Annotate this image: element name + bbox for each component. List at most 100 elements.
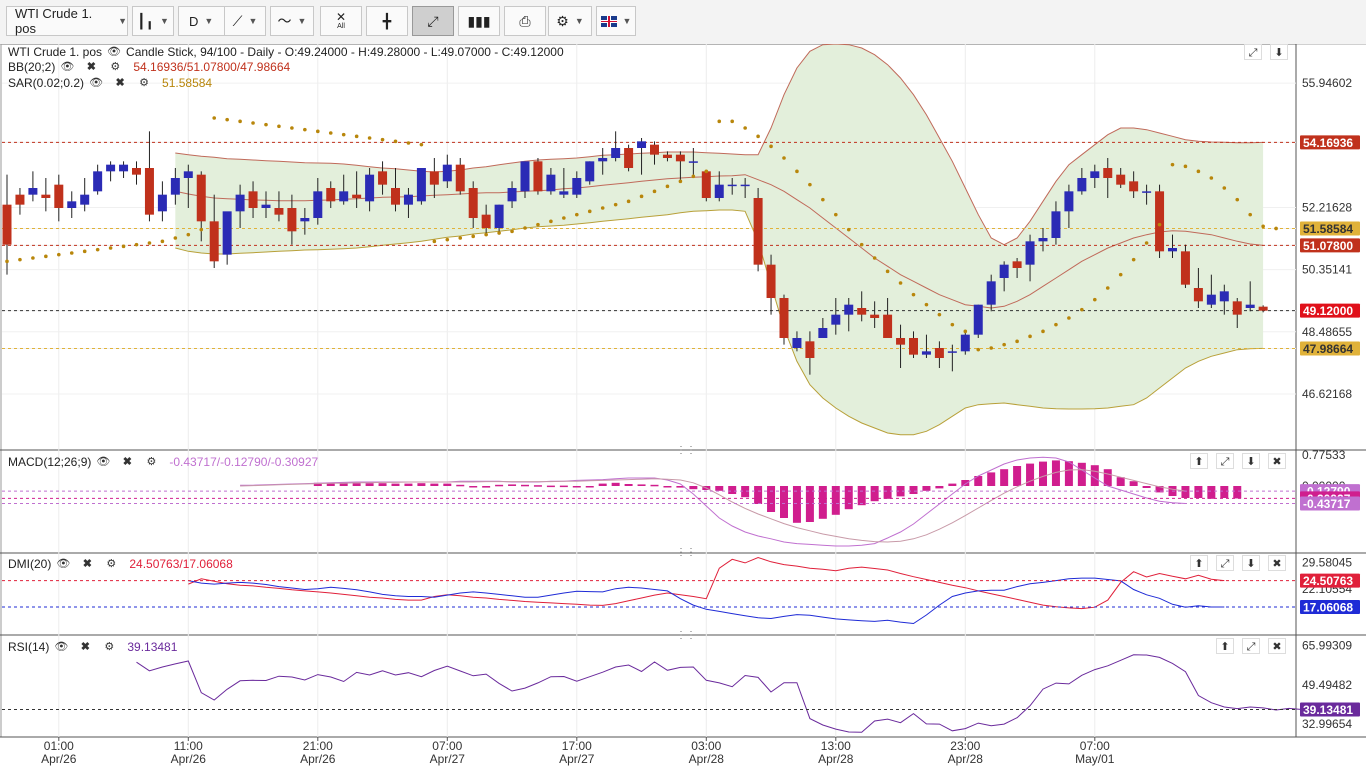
move-down-icon[interactable]: ⬇ bbox=[1242, 555, 1260, 571]
candle-body bbox=[313, 191, 323, 218]
dmi-legend-values: 24.50763/17.06068 bbox=[129, 557, 233, 571]
eye-icon[interactable]: 👁 bbox=[88, 76, 104, 90]
candle-body bbox=[701, 171, 711, 198]
gear-icon[interactable]: ⚙ bbox=[103, 557, 119, 571]
crosshair-button[interactable]: ╋ bbox=[366, 6, 408, 36]
close-icon[interactable]: ✖ bbox=[77, 640, 93, 654]
sar-dot bbox=[562, 216, 566, 220]
candle-body bbox=[857, 308, 867, 315]
resize-handle[interactable]: ⋮⋮ bbox=[676, 547, 696, 558]
sar-dot bbox=[536, 222, 540, 227]
time-label: 03:00 bbox=[691, 739, 721, 753]
indicators-select[interactable]: 〜 ▼ bbox=[270, 6, 314, 36]
chevron-down-icon: ▼ bbox=[204, 16, 214, 26]
eye-icon[interactable]: 👁 bbox=[95, 455, 111, 469]
candle-body bbox=[624, 148, 634, 168]
close-icon[interactable]: ✖ bbox=[1268, 638, 1286, 654]
candle-body bbox=[999, 264, 1009, 278]
sar-dot bbox=[1054, 322, 1058, 327]
candle-body bbox=[947, 351, 957, 353]
candle-body bbox=[533, 161, 543, 192]
move-up-icon[interactable]: ⬆ bbox=[1216, 638, 1234, 654]
move-down-icon[interactable]: ⬇ bbox=[1242, 453, 1260, 469]
candle-body bbox=[287, 208, 297, 232]
close-icon[interactable]: ✖ bbox=[1268, 453, 1286, 469]
macd-histogram-bar bbox=[482, 486, 491, 488]
sar-dot bbox=[160, 239, 165, 244]
sar-dot bbox=[497, 231, 501, 235]
close-icon[interactable]: ✖ bbox=[79, 557, 95, 571]
chart-svg[interactable]: 55.94602 54.16936 52.21628 51.58584 51.07800… bbox=[0, 43, 1366, 768]
gear-icon[interactable]: ⚙ bbox=[107, 60, 123, 74]
candle-body bbox=[300, 218, 310, 222]
close-icon[interactable]: ✖ bbox=[1268, 555, 1286, 571]
candle-body bbox=[2, 204, 12, 245]
print-button[interactable]: ⎙ bbox=[504, 6, 546, 36]
remove-all-button[interactable]: ✕ All bbox=[320, 6, 362, 36]
settings-select[interactable]: ⚙ ▼ bbox=[548, 6, 592, 36]
main-panel-controls: ⤢ ⬇ bbox=[1236, 44, 1288, 60]
time-label: 07:00 bbox=[1080, 739, 1110, 753]
rsi-legend: RSI(14) 👁 ✖ ⚙ 39.13481 bbox=[8, 640, 177, 654]
close-icon[interactable]: ✖ bbox=[112, 76, 128, 90]
close-icon[interactable]: ✖ bbox=[119, 455, 135, 469]
rsi-tick-label: 32.99654 bbox=[1302, 717, 1352, 731]
candle-body bbox=[831, 314, 841, 325]
gear-icon[interactable]: ⚙ bbox=[136, 76, 152, 90]
macd-histogram-bar bbox=[1207, 486, 1216, 499]
rsi-tick-label: 49.49482 bbox=[1302, 678, 1352, 692]
sar-dot bbox=[859, 242, 864, 247]
sar-dot bbox=[963, 329, 968, 334]
eye-icon[interactable]: 👁 bbox=[55, 557, 71, 571]
candle-body bbox=[883, 314, 893, 338]
price-tick-label: 52.21628 bbox=[1302, 200, 1352, 214]
chevron-down-icon: ▼ bbox=[622, 16, 632, 26]
sar-dot bbox=[756, 134, 760, 139]
remove-all-icon: ✕ bbox=[335, 9, 347, 24]
dmi-tag: 24.50763 bbox=[1303, 574, 1353, 588]
maximize-icon[interactable]: ⤢ bbox=[1244, 44, 1262, 60]
macd-histogram-bar bbox=[1220, 486, 1229, 498]
sar-dot bbox=[1015, 339, 1019, 344]
eye-icon[interactable]: 👁 bbox=[59, 60, 75, 74]
move-up-icon[interactable]: ⬆ bbox=[1190, 453, 1208, 469]
time-label: 17:00 bbox=[562, 739, 592, 753]
maximize-icon[interactable]: ⤢ bbox=[1242, 638, 1260, 654]
price-tick-label: 46.62168 bbox=[1302, 387, 1352, 401]
sar-dot bbox=[704, 169, 709, 174]
fit-button[interactable]: ⤢ bbox=[412, 6, 454, 36]
candle-body bbox=[1219, 291, 1229, 302]
macd-histogram-bar bbox=[430, 483, 439, 486]
candle-body bbox=[429, 171, 439, 185]
language-select[interactable]: ▼ bbox=[596, 6, 636, 36]
sar-dot bbox=[251, 121, 255, 125]
chart-area[interactable]: 55.94602 54.16936 52.21628 51.58584 51.07800… bbox=[0, 43, 1366, 768]
close-icon[interactable]: ✖ bbox=[83, 60, 99, 74]
candle-body bbox=[973, 304, 983, 335]
sar-dot bbox=[5, 259, 9, 264]
macd-legend-values: -0.43717/-0.12790/-0.30927 bbox=[169, 455, 319, 469]
chart-type-select[interactable]: ┃╻ ▼ bbox=[132, 6, 174, 36]
maximize-icon[interactable]: ⤢ bbox=[1216, 555, 1234, 571]
gear-icon[interactable]: ⚙ bbox=[143, 455, 159, 469]
move-down-icon[interactable]: ⬇ bbox=[1270, 44, 1288, 60]
sar-dot bbox=[898, 281, 903, 285]
resize-handle[interactable]: ⋮⋮ bbox=[676, 630, 696, 641]
resize-handle[interactable]: ⋮⋮ bbox=[676, 445, 696, 456]
eye-icon[interactable]: 👁 bbox=[53, 640, 69, 654]
sar-dot bbox=[44, 254, 48, 259]
gear-icon[interactable]: ⚙ bbox=[101, 640, 117, 654]
draw-tools-select[interactable]: ⟋ ▼ bbox=[224, 6, 266, 36]
sar-dot bbox=[989, 346, 993, 350]
volume-button[interactable]: ▮▮▮ bbox=[458, 6, 500, 36]
sar-dot bbox=[1067, 316, 1071, 320]
candle-body bbox=[740, 184, 750, 187]
move-up-icon[interactable]: ⬆ bbox=[1190, 555, 1208, 571]
dmi-legend: DMI(20) 👁 ✖ ⚙ 24.50763/17.06068 bbox=[8, 557, 233, 571]
sar-dot bbox=[665, 184, 670, 189]
eye-icon[interactable]: 👁 bbox=[106, 45, 122, 59]
symbol-select[interactable]: WTI Crude 1. pos ▼ bbox=[6, 6, 128, 36]
period-select[interactable]: D ▼ bbox=[178, 6, 230, 36]
maximize-icon[interactable]: ⤢ bbox=[1216, 453, 1234, 469]
sar-dot bbox=[1196, 169, 1201, 174]
